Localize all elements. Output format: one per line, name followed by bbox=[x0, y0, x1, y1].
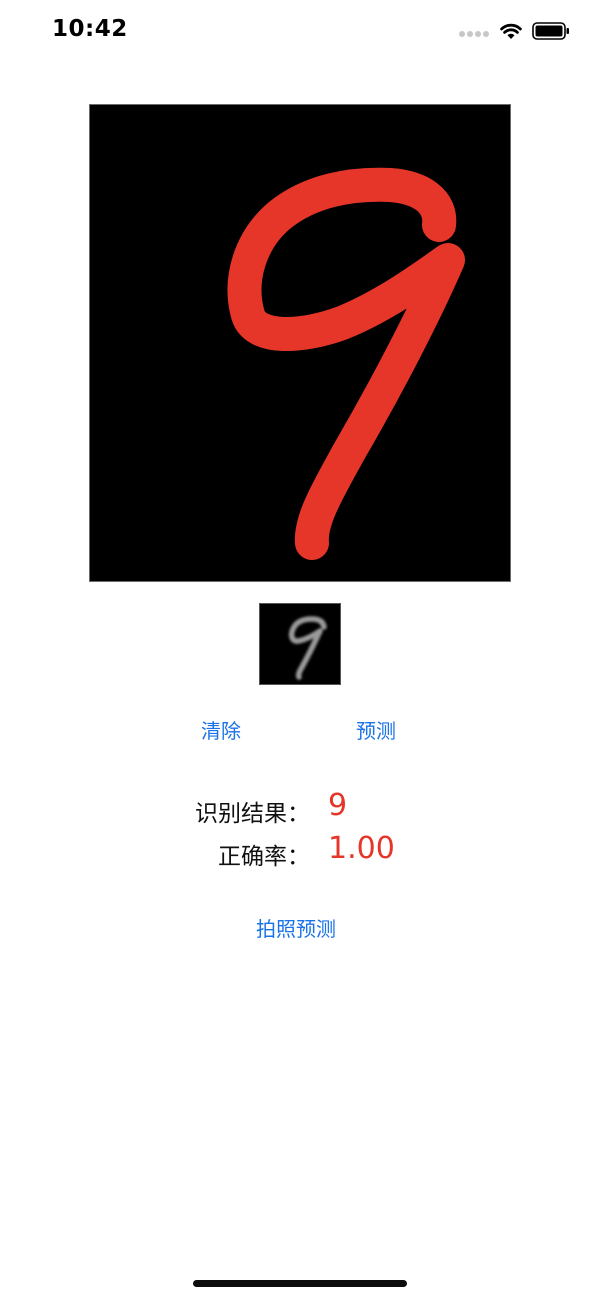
status-icons bbox=[458, 22, 570, 44]
cellular-signal-icon bbox=[458, 24, 490, 43]
home-indicator[interactable] bbox=[193, 1280, 407, 1287]
clear-button[interactable]: 清除 bbox=[201, 715, 241, 744]
handwritten-nine-icon bbox=[227, 167, 465, 560]
wifi-icon bbox=[500, 23, 522, 44]
status-time: 10:42 bbox=[52, 16, 128, 42]
result-label: 识别结果： bbox=[195, 801, 310, 827]
drawing-canvas[interactable] bbox=[89, 104, 511, 582]
screen: 10:42 清除 预测 识别结果： 9 正确率： 1.00 拍照预测 bbox=[0, 0, 600, 1299]
accuracy-value: 1.00 bbox=[328, 831, 395, 866]
photo-predict-button[interactable]: 拍照预测 bbox=[256, 913, 336, 942]
battery-icon bbox=[532, 22, 570, 44]
accuracy-label: 正确率： bbox=[218, 844, 310, 870]
predict-button[interactable]: 预测 bbox=[356, 715, 396, 744]
result-value: 9 bbox=[328, 788, 348, 823]
preview-thumbnail bbox=[259, 603, 341, 685]
grayscale-nine-icon bbox=[288, 616, 327, 680]
status-bar: 10:42 bbox=[0, 0, 600, 66]
